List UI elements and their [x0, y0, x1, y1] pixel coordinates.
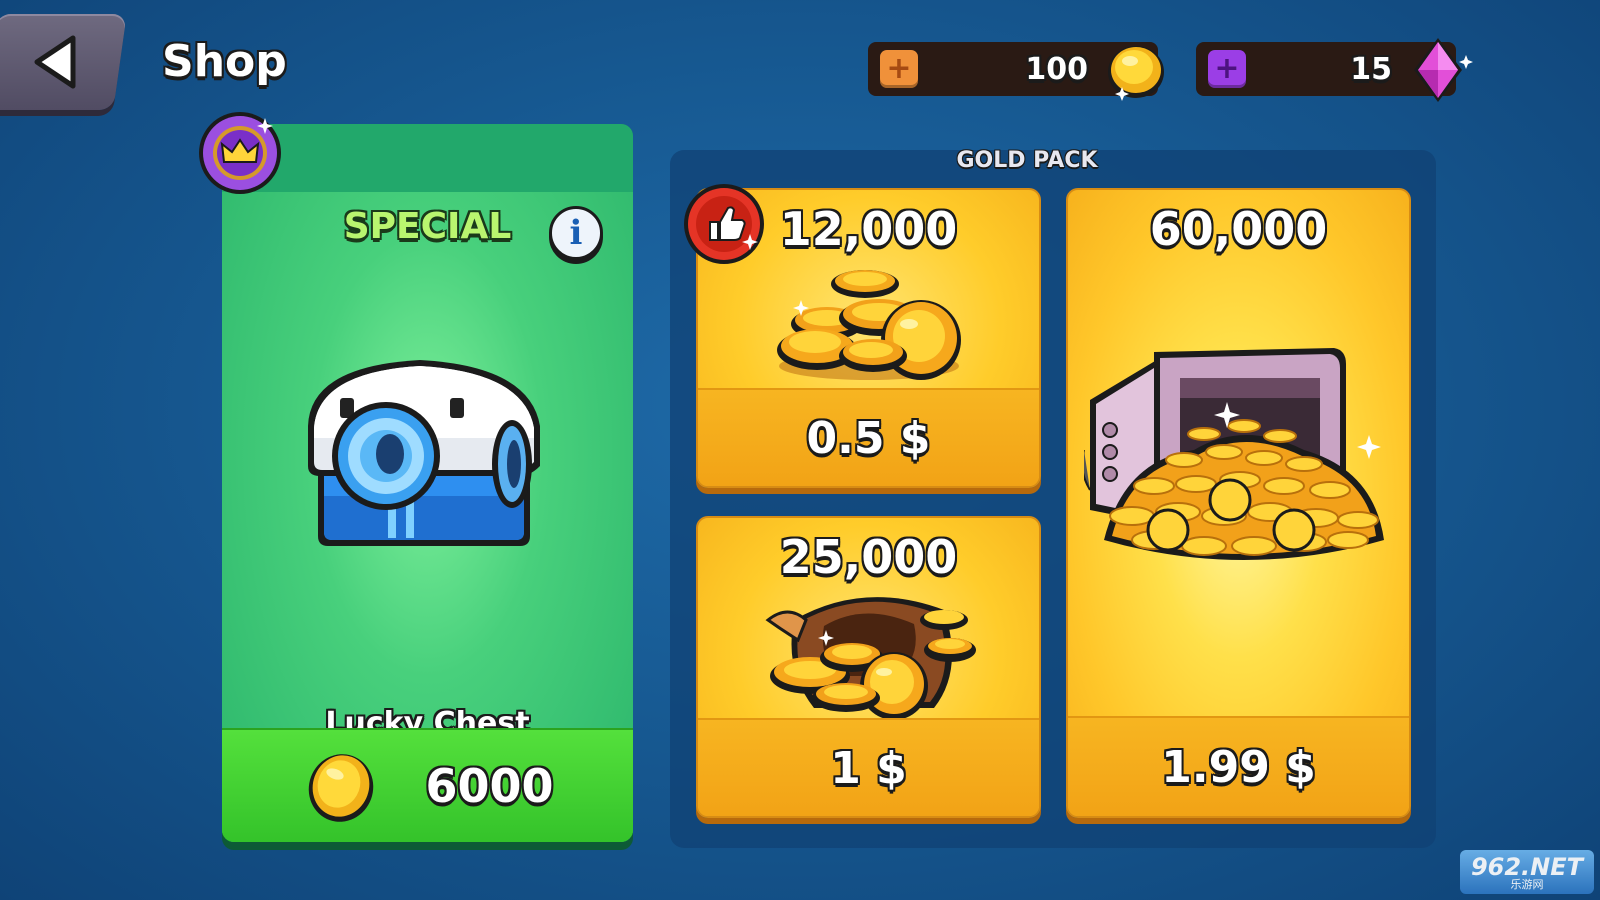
info-button[interactable]: i [549, 206, 603, 260]
pack-buy-button[interactable]: 1 $ [698, 718, 1039, 816]
gem-icon [1400, 32, 1476, 112]
pack-buy-button[interactable]: 0.5 $ [698, 388, 1039, 486]
info-icon: i [569, 213, 583, 253]
watermark-logo: 962.NET 乐游网 [1460, 850, 1594, 894]
add-gold-button[interactable]: + [880, 50, 918, 88]
gold-pack-medium[interactable]: 25,000 1 $ [696, 516, 1041, 818]
gold-coin-icon [1100, 34, 1172, 110]
gold-coin-icon [309, 754, 374, 822]
gold-coins-pile-icon [769, 254, 969, 388]
back-arrow-icon [34, 35, 76, 89]
pack-price: 0.5 $ [806, 412, 931, 464]
back-button[interactable] [0, 14, 127, 110]
special-card-header [222, 124, 633, 192]
thumbs-up-icon [682, 182, 766, 270]
watermark-text: 962.NET [1470, 852, 1584, 881]
add-gems-button[interactable]: + [1208, 50, 1246, 88]
lucky-chest-icon [300, 346, 550, 560]
gold-pack-title: GOLD PACK [956, 148, 1098, 173]
pack-price: 1 $ [830, 742, 907, 794]
gold-currency-bar: + 100 [868, 42, 1164, 101]
special-price: 6000 [425, 759, 554, 813]
gold-coin-sack-icon [754, 580, 984, 724]
plus-icon: + [886, 51, 912, 86]
crown-icon [197, 110, 283, 200]
plus-icon: + [1214, 51, 1240, 86]
gold-vault-icon [1080, 340, 1394, 594]
gold-pack-large[interactable]: 60,000 1.99 $ [1066, 188, 1411, 818]
gem-currency-bar: + 15 [1196, 38, 1473, 102]
pack-buy-button[interactable]: 1.99 $ [1068, 716, 1409, 816]
special-offer-card[interactable]: SPECIAL i Lucky Chest 6000 [222, 124, 633, 842]
special-buy-button[interactable]: 6000 [222, 728, 633, 842]
pack-amount: 25,000 [779, 530, 958, 584]
pack-amount: 60,000 [1149, 202, 1328, 256]
watermark-subtext: 乐游网 [1510, 877, 1544, 891]
pack-price: 1.99 $ [1161, 741, 1316, 793]
page-title: Shop [162, 36, 287, 87]
